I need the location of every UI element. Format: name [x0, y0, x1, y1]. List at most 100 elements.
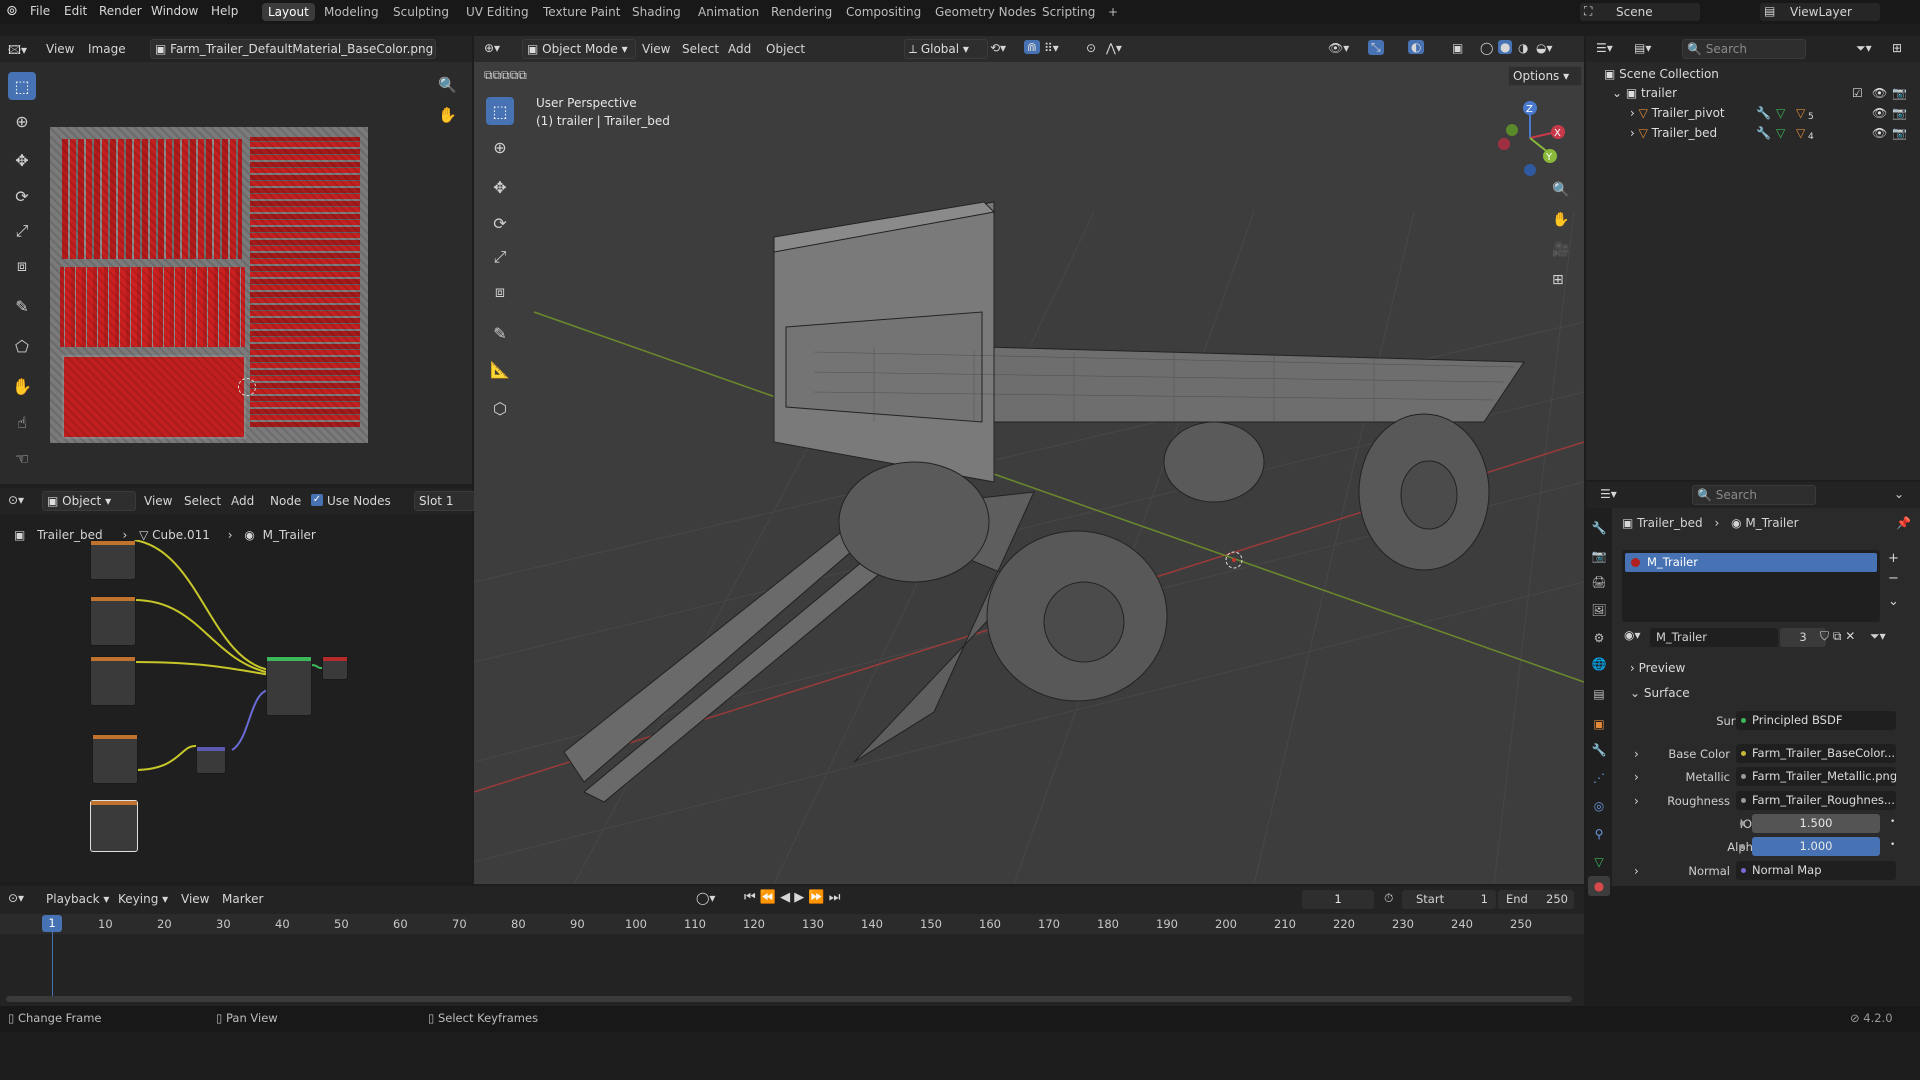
material-name-field[interactable]: M_Trailer [1650, 628, 1778, 647]
orthographic-toggle-icon[interactable]: ⊞ [1552, 272, 1564, 288]
pin-icon[interactable]: 📌 [1896, 516, 1911, 530]
workspace-tab-compositing[interactable]: Compositing [840, 3, 927, 21]
chevron-right-icon[interactable]: › [1634, 794, 1639, 808]
menu-window[interactable]: Window [151, 4, 198, 18]
chevron-right-icon[interactable]: › [1634, 747, 1639, 761]
browse-nodes-icon[interactable]: ⏷▾ [1870, 629, 1886, 644]
menu-render[interactable]: Render [99, 4, 142, 18]
snap-target-icon[interactable]: ⠿▾ [1044, 41, 1059, 55]
material-preview-icon[interactable]: ◑ [1518, 41, 1528, 55]
render-tab-icon[interactable]: 📷 [1588, 546, 1610, 566]
use-nodes-checkbox[interactable]: ✓ [311, 494, 323, 506]
visibility-eye-icon[interactable]: 👁 [1872, 123, 1887, 143]
tool-tab-icon[interactable]: 🔧 [1588, 518, 1610, 538]
image-texture-node[interactable] [92, 734, 138, 784]
start-frame-field[interactable]: Start 1 [1402, 890, 1496, 909]
zoom-icon[interactable]: 🔍 [438, 76, 457, 94]
output-tab-icon[interactable]: 🖨 [1588, 572, 1610, 592]
constraints-tab-icon[interactable]: ⚲ [1588, 824, 1610, 844]
viewlayer-selector[interactable]: ▤ ViewLayer [1760, 3, 1880, 21]
xray-toggle-icon[interactable]: ▣ [1452, 41, 1463, 55]
move-tool-button[interactable]: ✥ [8, 146, 36, 174]
editor-type-icon[interactable]: ☰▾ [1596, 41, 1613, 55]
node-menu-node[interactable]: Node [270, 494, 301, 508]
image-menu-image[interactable]: Image [88, 42, 126, 56]
workspace-tab-texture-paint[interactable]: Texture Paint [537, 3, 626, 21]
keying-menu[interactable]: Keying ▾ [118, 892, 168, 906]
menu-edit[interactable]: Edit [64, 4, 87, 18]
editor-type-icon[interactable]: ⊙▾ [8, 493, 24, 507]
render-camera-icon[interactable]: 📷 [1892, 103, 1907, 123]
auto-keying-icon[interactable]: ◯▾ [696, 891, 715, 905]
outliner-collection-trailer[interactable]: ⌄ ▣ trailer ☑ 👁 📷 [1612, 83, 1912, 103]
fake-user-shield-icon[interactable]: ⛉ ⧉ ✕ [1820, 629, 1855, 644]
alpha-slider[interactable]: 1.000 [1752, 837, 1880, 856]
workspace-tab-geometry-nodes[interactable]: Geometry Nodes [929, 3, 1042, 21]
rendered-shading-icon[interactable]: ◒▾ [1536, 41, 1553, 55]
particles-tab-icon[interactable]: ⋰ [1588, 768, 1610, 788]
render-camera-icon[interactable]: 📷 [1892, 83, 1907, 103]
transform-orientation-dropdown[interactable]: ⟂ Global ▾ [904, 39, 988, 59]
current-frame-field[interactable]: 1 [1302, 890, 1374, 909]
select-tool-button[interactable]: ⬚ [8, 72, 36, 100]
roughness-field[interactable]: Farm_Trailer_Roughnes... [1736, 791, 1896, 810]
scene-selector[interactable]: ⛶ Scene [1580, 3, 1700, 21]
material-browse-icon[interactable]: ◉▾ [1624, 628, 1641, 642]
viewport-menu-object[interactable]: Object [766, 42, 805, 56]
chevron-down-icon[interactable]: ⌄ [1894, 487, 1904, 501]
material-slot-item[interactable]: M_Trailer [1625, 553, 1877, 572]
falloff-icon[interactable]: ⋀▾ [1106, 41, 1122, 55]
image-texture-node-selected[interactable] [90, 800, 138, 852]
pan-view-icon[interactable]: ✋ [1552, 212, 1569, 228]
transform-tool-button[interactable]: ⧈ [8, 252, 36, 280]
exclude-checkbox-icon[interactable]: ☑ [1852, 83, 1863, 103]
image-name-field[interactable]: ▣ Farm_Trailer_DefaultMaterial_BaseColor… [150, 39, 436, 59]
object-mode-dropdown[interactable]: ▣ Object ▾ [42, 491, 136, 511]
snap-toggle-icon[interactable]: ⋒ [1024, 40, 1041, 54]
zoom-view-icon[interactable]: 🔍 [1552, 182, 1569, 198]
scene-tab-icon[interactable]: ⚙ [1588, 628, 1610, 648]
ior-field[interactable]: 1.500 [1752, 814, 1880, 833]
rip-tool-button[interactable]: ⬠ [8, 332, 36, 360]
surface-panel-header[interactable]: ⌄ Surface [1630, 686, 1690, 700]
frame-ruler[interactable]: 1 10 20 30 40 50 60 70 80 90 100 110 120… [0, 914, 1584, 934]
blender-logo-icon[interactable]: ⊚ [6, 3, 18, 19]
proportional-edit-icon[interactable]: ⊙ [1086, 41, 1096, 55]
workspace-tab-scripting[interactable]: Scripting [1036, 3, 1101, 21]
viewport-menu-select[interactable]: Select [682, 42, 719, 56]
node-menu-add[interactable]: Add [231, 494, 254, 508]
visibility-eye-icon[interactable]: 👁 [1872, 103, 1887, 123]
timeline-menu-view[interactable]: View [181, 892, 209, 906]
node-menu-select[interactable]: Select [184, 494, 221, 508]
normal-map-node[interactable] [196, 746, 226, 774]
editor-type-icon[interactable]: ☰▾ [1600, 487, 1617, 501]
properties-search-input[interactable]: 🔍 Search [1692, 485, 1816, 505]
overlay-toggle-icon[interactable]: ◐ [1408, 40, 1425, 54]
data-tab-icon[interactable]: ▽ [1588, 852, 1610, 872]
add-workspace-button[interactable]: + [1102, 3, 1124, 21]
visibility-eye-icon[interactable]: 👁 [1872, 83, 1887, 103]
pivot-point-icon[interactable]: ⟲▾ [990, 41, 1006, 55]
workspace-tab-layout[interactable]: Layout [262, 3, 315, 21]
image-texture-node[interactable] [90, 596, 136, 646]
object-mode-dropdown[interactable]: ▣ Object Mode ▾ [522, 39, 636, 59]
material-tab-icon[interactable]: ● [1588, 876, 1610, 896]
relax-tool-button[interactable]: ☝ [8, 408, 36, 436]
timeline-scrollbar[interactable] [6, 996, 1572, 1002]
pan-hand-icon[interactable]: ✋ [438, 106, 457, 124]
editor-type-icon[interactable]: 🖾▾ [8, 41, 27, 62]
metallic-field[interactable]: Farm_Trailer_Metallic.png [1736, 767, 1896, 786]
rotate-tool-button[interactable]: ⟳ [8, 182, 36, 210]
normal-field[interactable]: Normal Map [1736, 861, 1896, 880]
workspace-tab-rendering[interactable]: Rendering [765, 3, 838, 21]
render-camera-icon[interactable]: 📷 [1892, 123, 1907, 143]
surface-shader-field[interactable]: Principled BSDF [1736, 711, 1896, 730]
camera-view-icon[interactable]: 🎥 [1552, 242, 1569, 258]
end-frame-field[interactable]: End 250 [1498, 890, 1574, 909]
workspace-tab-sculpting[interactable]: Sculpting [387, 3, 455, 21]
physics-tab-icon[interactable]: ◎ [1588, 796, 1610, 816]
keyframe-dot-icon[interactable]: • [1890, 817, 1895, 827]
new-collection-icon[interactable]: ⊞ [1892, 41, 1902, 55]
outliner-item-trailer-bed[interactable]: › ▽ Trailer_bed 🔧 ▽ ▽ 4 👁 📷 [1630, 123, 1912, 143]
add-slot-icon[interactable]: + [1888, 551, 1899, 566]
